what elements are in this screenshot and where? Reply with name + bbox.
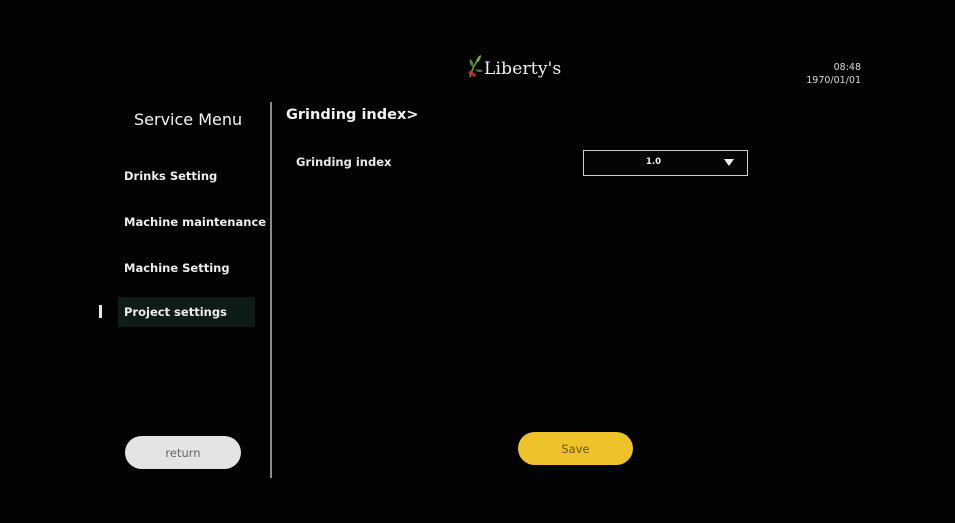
- clock: 08:48 1970/01/01: [806, 61, 861, 87]
- sidebar-item-label: Machine Setting: [124, 261, 230, 275]
- grinding-index-select[interactable]: 1.0: [583, 150, 748, 176]
- active-item-marker: [99, 305, 102, 318]
- sidebar-item-label: Project settings: [124, 305, 227, 319]
- sidebar-item-label: Machine maintenance: [124, 215, 267, 229]
- sidebar-divider: [270, 102, 272, 478]
- clock-date: 1970/01/01: [806, 75, 861, 86]
- sidebar-item-project-settings[interactable]: Project settings: [118, 297, 255, 327]
- brand-name: Liberty's: [484, 59, 562, 79]
- return-button[interactable]: return: [125, 436, 241, 469]
- screen: Liberty's 08:48 1970/01/01 Service Menu …: [0, 0, 955, 523]
- service-menu-title: Service Menu: [134, 110, 243, 129]
- sidebar-item-label: Drinks Setting: [124, 169, 218, 183]
- sidebar-item-machine-setting[interactable]: Machine Setting: [118, 253, 255, 283]
- save-button[interactable]: Save: [518, 432, 633, 465]
- grinding-index-label: Grinding index: [296, 155, 392, 169]
- sidebar-item-drinks-setting[interactable]: Drinks Setting: [118, 161, 255, 191]
- clock-time: 08:48: [833, 62, 861, 73]
- triangle-down-icon: [724, 159, 734, 166]
- brand-logo: Liberty's: [466, 50, 561, 82]
- sidebar-item-machine-maintenance[interactable]: Machine maintenance: [118, 207, 270, 237]
- breadcrumb: Grinding index>: [286, 107, 419, 123]
- grinding-index-value: 1.0: [646, 157, 662, 167]
